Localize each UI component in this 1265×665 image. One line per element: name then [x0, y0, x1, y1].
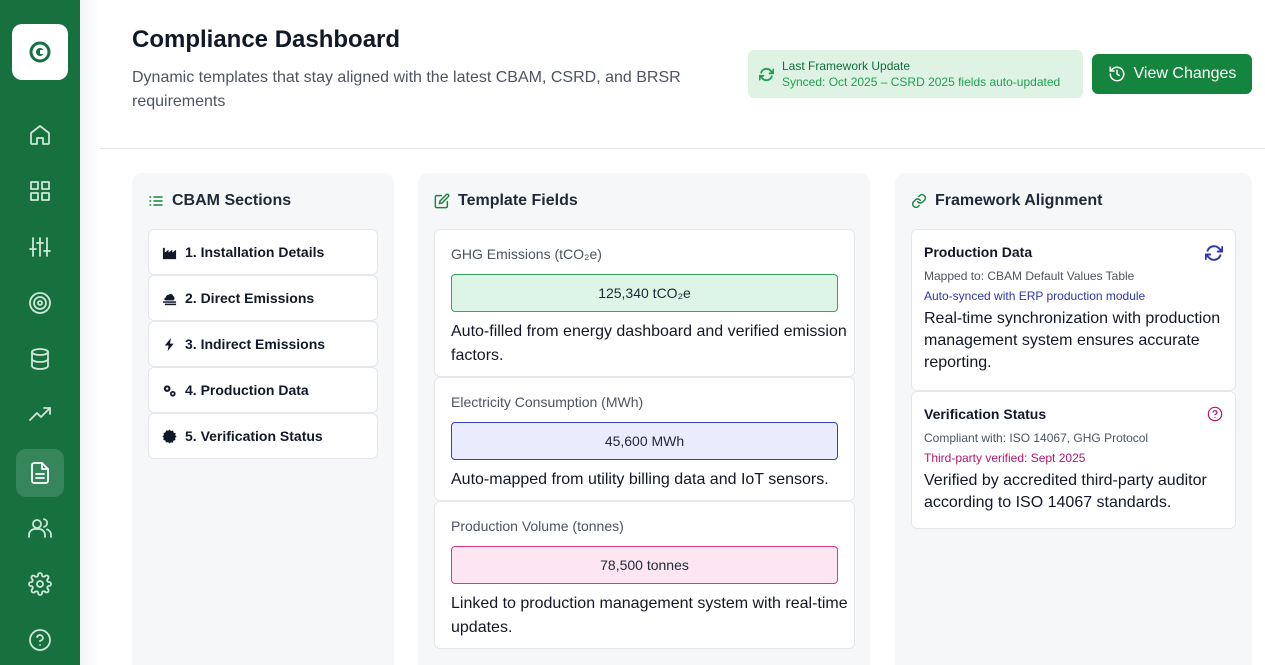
- gears-icon: [161, 382, 177, 398]
- framework-sync-status: Last Framework Update Synced: Oct 2025 –…: [748, 50, 1083, 98]
- cbam-section-direct-emissions[interactable]: 2. Direct Emissions: [148, 275, 378, 321]
- logo[interactable]: [12, 24, 68, 80]
- field-value-input[interactable]: 78,500 tonnes: [451, 546, 838, 584]
- database-icon: [31, 348, 49, 370]
- alignment-status: Third-party verified: Sept 2025: [924, 451, 1086, 465]
- field-card-production-volume: Production Volume (tonnes) 78,500 tonnes…: [434, 501, 855, 649]
- link-icon: [911, 193, 927, 209]
- field-value-input[interactable]: 125,340 tCO₂e: [451, 274, 838, 312]
- field-label: Electricity Consumption (MWh): [451, 394, 644, 410]
- nav-help[interactable]: [16, 616, 64, 664]
- sync-title: Last Framework Update: [782, 59, 911, 73]
- cbam-sections-title: CBAM Sections: [148, 192, 291, 210]
- logo-icon: [29, 41, 51, 63]
- list-icon: [149, 196, 163, 206]
- field-value-input[interactable]: 45,600 MWh: [451, 422, 838, 460]
- alignment-title: Verification Status: [924, 406, 1047, 422]
- sync-icon[interactable]: [1205, 244, 1223, 262]
- sidebar-shadow: [80, 0, 100, 665]
- alignment-card-production-data: Production Data Mapped to: CBAM Default …: [911, 229, 1236, 391]
- template-fields-panel: Template Fields GHG Emissions (tCO₂e) 12…: [418, 173, 870, 665]
- dashboard-grid-icon: [30, 181, 50, 201]
- field-card-electricity: Electricity Consumption (MWh) 45,600 MWh…: [434, 377, 855, 501]
- nav-data[interactable]: [16, 335, 64, 383]
- view-changes-label: View Changes: [1133, 65, 1237, 82]
- framework-alignment-title: Framework Alignment: [911, 192, 1102, 210]
- cbam-section-production-data[interactable]: 4. Production Data: [148, 367, 378, 413]
- page-subtitle: Dynamic templates that stay aligned with…: [132, 69, 681, 110]
- field-card-ghg: GHG Emissions (tCO₂e) 125,340 tCO₂e Auto…: [434, 229, 855, 377]
- document-icon: [31, 462, 49, 484]
- framework-alignment-panel: Framework Alignment Production Data Mapp…: [895, 173, 1252, 665]
- alignment-card-verification-status: Verification Status Compliant with: ISO …: [911, 391, 1236, 529]
- factory-icon: [161, 244, 177, 260]
- nav-compliance[interactable]: [16, 449, 64, 497]
- field-label: GHG Emissions (tCO₂e): [451, 246, 602, 262]
- refresh-icon: [759, 67, 774, 82]
- sync-detail: Synced: Oct 2025 – CSRD 2025 fields auto…: [782, 75, 1061, 89]
- page-title: Compliance Dashboard: [132, 26, 401, 53]
- page-header: Compliance Dashboard Dynamic templates t…: [100, 0, 1265, 149]
- cbam-section-verification-status[interactable]: 5. Verification Status: [148, 413, 378, 459]
- smog-icon: [161, 290, 177, 306]
- cbam-section-installation[interactable]: 1. Installation Details: [148, 229, 378, 275]
- cbam-section-indirect-emissions[interactable]: 3. Indirect Emissions: [148, 321, 378, 367]
- target-icon: [29, 292, 51, 314]
- trending-up-icon: [29, 407, 51, 421]
- users-icon: [28, 518, 52, 538]
- alignment-description: Verified by accredited third-party audit…: [924, 472, 1207, 511]
- cbam-sections-panel: CBAM Sections 1. Installation Details 2.…: [132, 173, 394, 665]
- nav-users[interactable]: [16, 504, 64, 552]
- home-icon: [30, 125, 50, 145]
- sidebar: [0, 0, 80, 665]
- bolt-icon: [161, 336, 177, 352]
- nav-home[interactable]: [16, 111, 64, 159]
- field-description: Auto-mapped from utility billing data an…: [451, 471, 829, 488]
- field-description: Auto-filled from energy dashboard and ve…: [451, 323, 847, 364]
- nav-settings[interactable]: [16, 560, 64, 608]
- template-fields-title: Template Fields: [434, 192, 578, 210]
- field-label: Production Volume (tonnes): [451, 518, 624, 534]
- certificate-icon: [161, 428, 177, 444]
- alignment-status: Auto-synced with ERP production module: [924, 289, 1146, 303]
- field-description: Linked to production management system w…: [451, 595, 848, 636]
- alignment-mapping: Compliant with: ISO 14067, GHG Protocol: [924, 431, 1149, 445]
- nav-controls[interactable]: [16, 223, 64, 271]
- nav-dashboard[interactable]: [16, 167, 64, 215]
- nav-targets[interactable]: [16, 279, 64, 327]
- nav-trends[interactable]: [16, 391, 64, 439]
- question-circle-icon[interactable]: [1207, 406, 1223, 422]
- alignment-description: Real-time synchronization with productio…: [924, 310, 1221, 371]
- alignment-mapping: Mapped to: CBAM Default Values Table: [924, 269, 1135, 283]
- alignment-title: Production Data: [924, 244, 1033, 260]
- edit-icon: [434, 193, 450, 209]
- help-icon: [29, 629, 51, 651]
- settings-icon: [28, 572, 52, 596]
- history-icon: [1109, 66, 1125, 82]
- view-changes-button[interactable]: View Changes: [1092, 54, 1252, 94]
- sliders-icon: [29, 237, 51, 257]
